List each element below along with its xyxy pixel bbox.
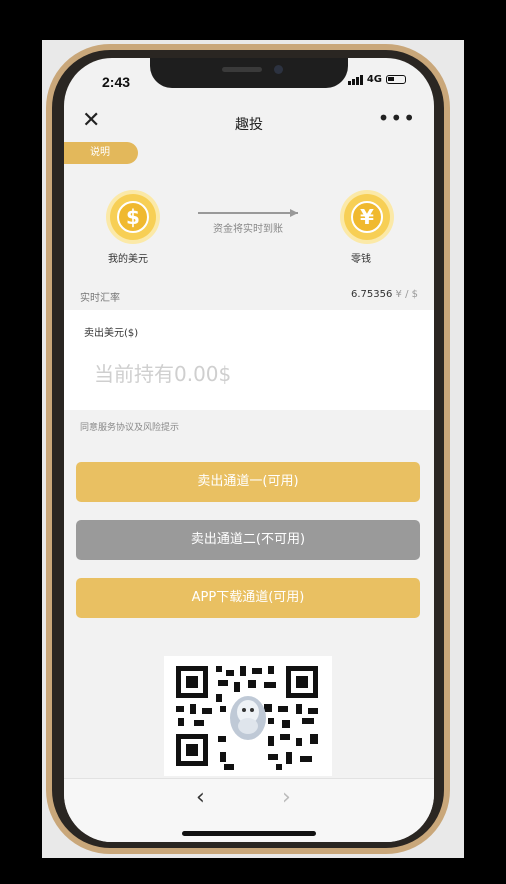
qr-code [164,656,332,776]
sell-panel: 卖出美元($) [64,310,434,410]
change-label: 零钱 [351,254,371,265]
sell-dollar-label: 卖出美元($) [84,328,139,339]
forward-arrow-icon[interactable]: › [282,785,291,810]
rate-label: 实时汇率 [80,293,120,304]
my-dollars-label: 我的美元 [108,254,148,265]
rate-value-group: 6.75356 ¥ / $ [351,289,418,300]
phone-screen: 2:43 4G ✕ 趣投 ••• 说明 $ 我的美元 资金将实时到账 ¥ 零钱 … [64,58,434,842]
dollar-coin-icon: $ [110,194,156,240]
rate-value: 6.75356 [351,289,393,300]
sell-channel-two-button[interactable]: 卖出通道二(不可用) [76,520,420,560]
nav-bar: ✕ 趣投 ••• [64,102,434,142]
qr-code-image [164,656,332,776]
dollar-symbol: $ [117,201,149,233]
signal-icon [347,74,363,85]
status-right: 4G [347,74,406,85]
more-icon[interactable]: ••• [378,106,416,130]
yuan-coin-icon: ¥ [344,194,390,240]
agreement-link[interactable]: 同意服务协议及风险提示 [80,420,179,433]
exchange-rate-row: 实时汇率 6.75356 ¥ / $ [64,286,434,306]
yuan-symbol: ¥ [351,201,383,233]
battery-icon [386,75,406,84]
status-time: 2:43 [102,74,131,90]
info-tag[interactable]: 说明 [64,142,138,164]
app-download-button[interactable]: APP下载通道(可用) [76,578,420,618]
home-indicator [182,831,316,836]
browser-bottom-bar: ‹ › [64,778,434,842]
back-arrow-icon[interactable]: ‹ [196,785,205,810]
transfer-arrow-icon [198,209,298,217]
sell-amount-input[interactable] [94,356,394,392]
status-bar: 2:43 4G [64,72,434,94]
network-type: 4G [366,74,382,85]
sell-channel-one-button[interactable]: 卖出通道一(可用) [76,462,420,502]
rate-unit: ¥ / $ [395,289,418,300]
transfer-text: 资金将实时到账 [213,224,283,235]
